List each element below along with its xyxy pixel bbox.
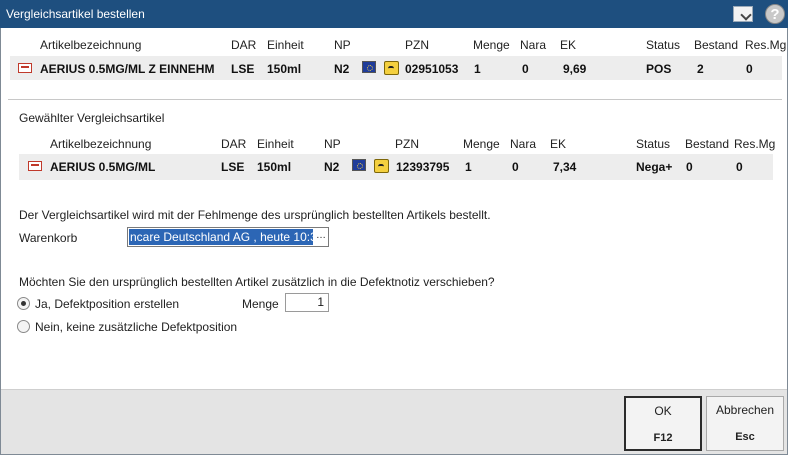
selected-article-pzn: 12393795 (396, 160, 450, 174)
phone-order-icon (374, 159, 389, 173)
header-ek: EK (560, 38, 577, 52)
original-article-resmg: 0 (746, 62, 753, 76)
window-title: Vergleichsartikel bestellen (6, 7, 145, 21)
selected-article-menge: 1 (465, 160, 472, 174)
warenkorb-browse-button[interactable]: … (315, 229, 327, 245)
cancel-button-label: Abbrechen (715, 403, 775, 417)
header-einheit: Einheit (267, 38, 304, 52)
selected-article-np: N2 (324, 160, 340, 174)
selected-article-einheit: 150ml (257, 160, 292, 174)
header-artikelbezeichnung-2: Artikelbezeichnung (50, 137, 152, 151)
cancel-button[interactable]: Abbrechen Esc (706, 396, 784, 451)
original-article-nara: 0 (522, 62, 529, 76)
window-save-icon[interactable] (733, 6, 753, 22)
radio-yes[interactable] (17, 297, 30, 310)
header-einheit-2: Einheit (257, 137, 294, 151)
original-article-dar: LSE (231, 62, 255, 76)
original-article-einheit: 150ml (267, 62, 302, 76)
ok-button-label: OK (654, 404, 672, 418)
original-article-pzn: 02951053 (405, 62, 459, 76)
eu-flag-icon (352, 159, 366, 171)
eu-flag-icon (362, 61, 376, 73)
menge-label: Menge (242, 297, 279, 311)
original-article-name: AERIUS 0.5MG/ML Z EINNEHM (40, 62, 215, 76)
original-article-menge: 1 (474, 62, 481, 76)
original-article-bestand: 2 (697, 62, 704, 76)
header-nara: Nara (520, 38, 547, 52)
header-ek-2: EK (550, 137, 567, 151)
header-bestand: Bestand (694, 38, 739, 52)
help-icon[interactable]: ? (765, 4, 785, 24)
article-icon (18, 63, 32, 73)
header-resmg-2: Res.Mg (734, 137, 776, 151)
header-dar: DAR (231, 38, 257, 52)
original-article-status: POS (646, 62, 672, 76)
selected-article-resmg: 0 (736, 160, 743, 174)
header-status-2: Status (636, 137, 671, 151)
selected-article-ek: 7,34 (553, 160, 577, 174)
header-dar-2: DAR (221, 137, 247, 151)
header-status: Status (646, 38, 681, 52)
header-menge-2: Menge (463, 137, 500, 151)
warenkorb-value: ncare Deutschland AG , heute 10:35 (129, 229, 313, 245)
original-article-ek: 9,69 (563, 62, 587, 76)
title-bar: Vergleichsartikel bestellen ? (0, 0, 788, 28)
radio-no[interactable] (17, 320, 30, 333)
selected-article-nara: 0 (512, 160, 519, 174)
warenkorb-label: Warenkorb (19, 231, 78, 245)
header-pzn: PZN (405, 38, 429, 52)
menge-input[interactable]: 1 (285, 293, 329, 312)
section-divider (8, 99, 782, 100)
defect-question: Möchten Sie den ursprünglich bestellten … (19, 275, 495, 289)
selected-article-name: AERIUS 0.5MG/ML (50, 160, 156, 174)
header-menge: Menge (473, 38, 510, 52)
radio-no-label[interactable]: Nein, keine zusätzliche Defektposition (35, 320, 237, 334)
radio-yes-label[interactable]: Ja, Defektposition erstellen (35, 297, 179, 311)
ok-button[interactable]: OK F12 (624, 396, 702, 451)
warenkorb-select[interactable]: ncare Deutschland AG , heute 10:35 … (127, 227, 329, 247)
selected-article-bestand: 0 (686, 160, 693, 174)
cancel-button-shortcut: Esc (735, 431, 755, 443)
header-resmg: Res.Mg (745, 38, 787, 52)
header-artikelbezeichnung: Artikelbezeichnung (40, 38, 142, 52)
header-np: NP (334, 38, 351, 52)
info-text: Der Vergleichsartikel wird mit der Fehlm… (19, 208, 491, 222)
header-pzn-2: PZN (395, 137, 419, 151)
header-np-2: NP (324, 137, 341, 151)
header-nara-2: Nara (510, 137, 537, 151)
phone-order-icon (384, 61, 399, 75)
original-article-np: N2 (334, 62, 350, 76)
selected-article-status: Nega+ (636, 160, 673, 174)
selected-article-section-label: Gewählter Vergleichsartikel (19, 111, 165, 125)
selected-article-dar: LSE (221, 160, 245, 174)
article-icon (28, 161, 42, 171)
ok-button-shortcut: F12 (653, 432, 673, 444)
header-bestand-2: Bestand (685, 137, 730, 151)
